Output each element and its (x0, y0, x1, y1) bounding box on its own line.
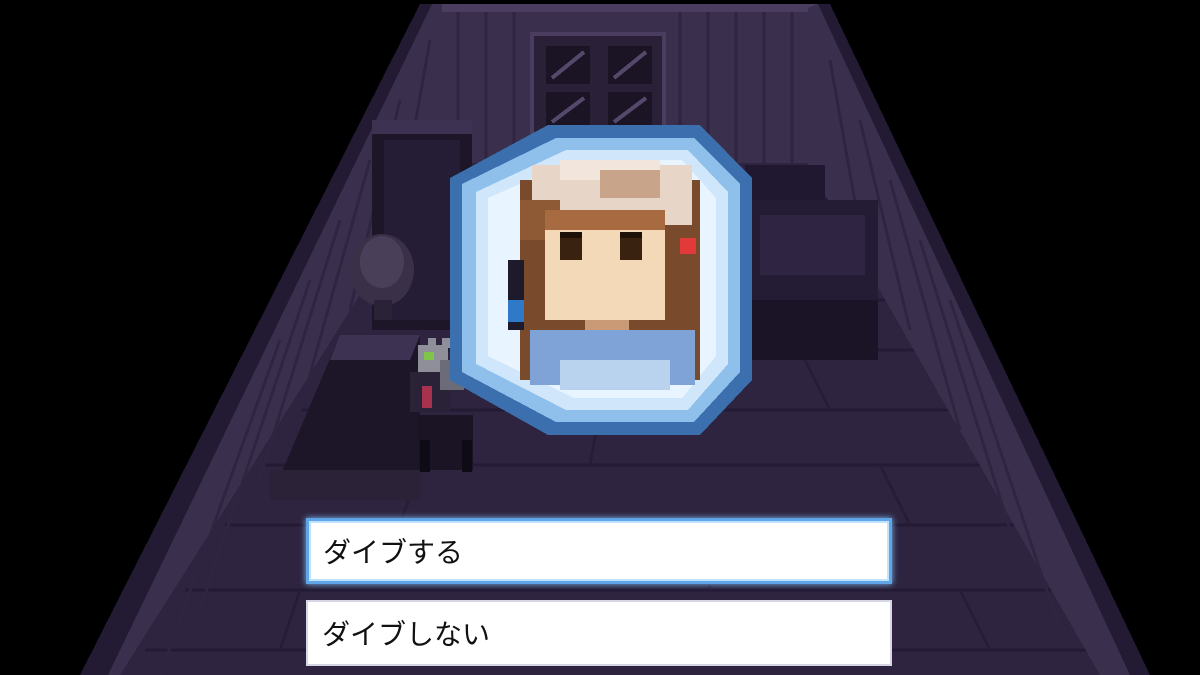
character-portrait-orb-icon[interactable] (450, 125, 752, 435)
no-dive-option-label: ダイブしない (322, 618, 491, 651)
dive-option-label: ダイブする (323, 536, 464, 569)
dive-option[interactable]: ダイブする (306, 518, 892, 584)
no-dive-option[interactable]: ダイブしない (306, 600, 892, 666)
chair (418, 415, 473, 472)
window (530, 32, 666, 136)
